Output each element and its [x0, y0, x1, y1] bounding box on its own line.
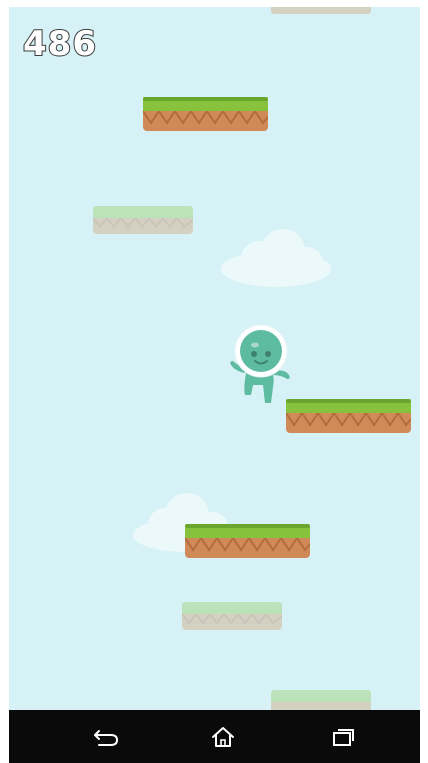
game-canvas[interactable]: 486 — [9, 7, 420, 710]
back-arrow-icon — [94, 730, 119, 746]
faded-platform — [271, 690, 371, 710]
navigation-bar — [9, 710, 420, 763]
score-counter: 486 — [22, 24, 97, 64]
home-button[interactable] — [205, 720, 241, 754]
faded-platform — [271, 7, 371, 34]
back-button[interactable] — [88, 720, 124, 754]
platform — [286, 399, 411, 433]
cloud — [221, 229, 331, 287]
device-screen: 486 — [0, 0, 428, 763]
platform — [143, 97, 268, 131]
alien-player-icon — [230, 324, 290, 403]
faded-platform — [182, 602, 282, 636]
recent-apps-button[interactable] — [325, 720, 361, 754]
faded-platform — [93, 206, 193, 240]
platform — [185, 524, 310, 558]
home-icon — [212, 727, 234, 747]
recent-apps-icon — [333, 729, 354, 746]
